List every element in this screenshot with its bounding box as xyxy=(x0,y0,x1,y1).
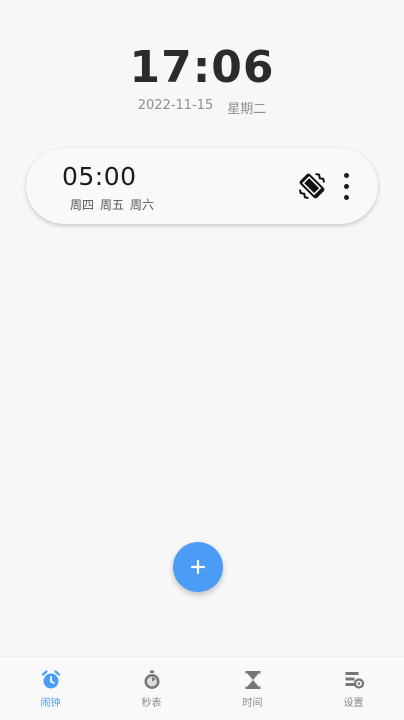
nav-item-settings[interactable]: 设置 xyxy=(303,657,404,720)
more-dot xyxy=(343,172,349,178)
nav-label-alarm: 闹钟 xyxy=(40,698,61,709)
alarm-day: 周五 xyxy=(100,198,125,212)
alarm-repeat-days: 周四 周五 周六 xyxy=(70,196,154,213)
status-bar xyxy=(0,0,404,20)
settings-icon xyxy=(345,672,364,689)
bottom-navigation: 闹钟 秒表 时间 设置 xyxy=(0,656,404,720)
nav-item-time[interactable]: 时间 xyxy=(202,657,303,720)
more-dot xyxy=(343,183,349,189)
current-date: 2022-11-15 xyxy=(137,98,214,113)
nav-label-stopwatch: 秒表 xyxy=(141,698,162,709)
alarm-day: 周四 xyxy=(70,198,95,212)
alarm-day: 周六 xyxy=(130,198,155,212)
nav-label-settings: 设置 xyxy=(343,698,364,709)
alarm-clock-icon xyxy=(41,670,60,689)
hourglass-icon xyxy=(245,671,260,689)
alarm-item[interactable]: 05:00 周四 周五 周六 xyxy=(26,148,378,224)
more-vertical-icon[interactable] xyxy=(334,168,358,204)
more-dot xyxy=(343,194,349,200)
nav-label-time: 时间 xyxy=(242,698,263,709)
current-date-row: 2022-11-15 星期二 xyxy=(0,98,404,117)
add-alarm-button[interactable] xyxy=(173,542,223,592)
add-icon xyxy=(190,559,206,575)
current-weekday: 星期二 xyxy=(227,102,267,117)
nav-item-alarm[interactable]: 闹钟 xyxy=(0,657,101,720)
current-time: 17:06 xyxy=(129,42,275,93)
alarm-time: 05:00 xyxy=(62,162,137,191)
stopwatch-icon xyxy=(144,670,159,689)
vibrate-icon[interactable] xyxy=(294,168,330,204)
nav-item-stopwatch[interactable]: 秒表 xyxy=(101,657,202,720)
